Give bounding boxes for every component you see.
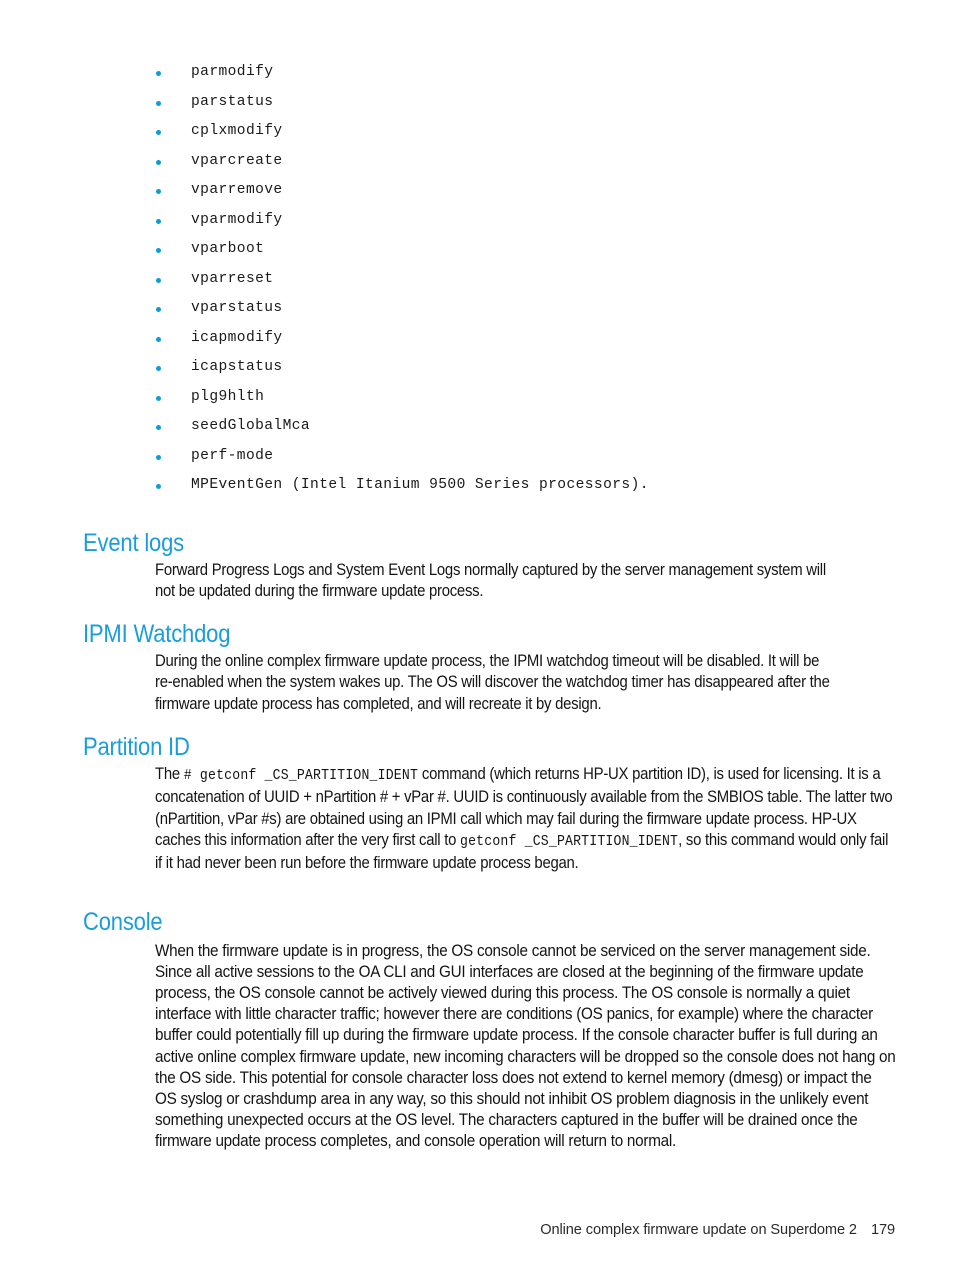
bullet-icon xyxy=(156,484,161,489)
list-item-label: parstatus xyxy=(191,93,274,110)
list-item: vparboot xyxy=(155,235,895,265)
section-body-partition-id: The # getconf _CS_PARTITION_IDENT comman… xyxy=(155,764,897,874)
command-list: parmodify parstatus cplxmodify vparcreat… xyxy=(155,58,895,501)
list-item: plg9hlth xyxy=(155,383,895,413)
section-body-event-logs: Forward Progress Logs and System Event L… xyxy=(155,561,826,601)
bullet-icon xyxy=(156,425,161,430)
document-page: parmodify parstatus cplxmodify vparcreat… xyxy=(0,0,954,1271)
partition-id-text-1: The xyxy=(155,765,184,784)
bullet-icon xyxy=(156,159,161,165)
footer-title: Online complex firmware update on Superd… xyxy=(540,1222,857,1238)
bullet-icon xyxy=(156,189,161,194)
list-item-label: plg9hlth xyxy=(191,388,265,405)
list-item: vparstatus xyxy=(155,294,895,324)
list-item: seedGlobalMca xyxy=(155,412,895,442)
list-item-label: parmodify xyxy=(191,64,274,80)
list-item-label: perf-mode xyxy=(191,447,274,464)
list-item-label: vparremove xyxy=(191,182,283,198)
section-body-ipmi-watchdog: During the online complex firmware updat… xyxy=(155,652,830,713)
section-heading-partition-id: Partition ID xyxy=(83,732,190,761)
list-item: parstatus xyxy=(155,88,895,118)
list-item: perf-mode xyxy=(155,442,895,472)
bullet-icon xyxy=(156,71,161,76)
list-item: cplxmodify xyxy=(155,117,895,147)
list-item-label: cplxmodify xyxy=(191,123,283,139)
list-item: icapstatus xyxy=(155,353,895,383)
list-item-label: vparstatus xyxy=(191,300,283,316)
bullet-icon xyxy=(156,248,161,253)
list-item-label: vparboot xyxy=(191,241,265,257)
bullet-icon xyxy=(156,130,161,135)
list-item: vparreset xyxy=(155,265,895,295)
bullet-icon xyxy=(156,218,161,224)
code-getconf-partition-ident-1: # getconf _CS_PARTITION_IDENT xyxy=(183,768,419,785)
list-item: vparremove xyxy=(155,176,895,206)
list-item: parmodify xyxy=(155,58,895,88)
bullet-icon xyxy=(156,454,161,460)
section-heading-console: Console xyxy=(83,907,163,936)
section-heading-ipmi-watchdog: IPMI Watchdog xyxy=(83,619,231,648)
list-item-label: icapstatus xyxy=(191,359,283,375)
list-item: vparmodify xyxy=(155,206,895,236)
list-item-label: seedGlobalMca xyxy=(191,418,311,434)
section-heading-event-logs: Event logs xyxy=(83,528,184,557)
bullet-icon xyxy=(156,395,161,401)
code-getconf-partition-ident-2: getconf _CS_PARTITION_IDENT xyxy=(460,834,679,851)
list-item: MPEventGen (Intel Itanium 9500 Series pr… xyxy=(155,471,895,501)
page-footer: Online complex firmware update on Superd… xyxy=(0,1222,895,1238)
bullet-icon xyxy=(156,336,161,342)
bullet-icon xyxy=(156,100,161,106)
section-body-console: When the firmware update is in progress,… xyxy=(155,940,896,1151)
list-item: vparcreate xyxy=(155,147,895,177)
page-number: 179 xyxy=(870,1222,895,1238)
list-item: icapmodify xyxy=(155,324,895,354)
list-item-label: icapmodify xyxy=(191,329,283,346)
list-item-label: MPEventGen (Intel Itanium 9500 Series pr… xyxy=(191,477,649,493)
bullet-icon xyxy=(156,277,161,283)
bullet-icon xyxy=(156,307,161,312)
bullet-icon xyxy=(156,366,161,371)
list-item-label: vparmodify xyxy=(191,211,283,228)
list-item-label: vparreset xyxy=(191,270,274,287)
list-item-label: vparcreate xyxy=(191,152,283,169)
